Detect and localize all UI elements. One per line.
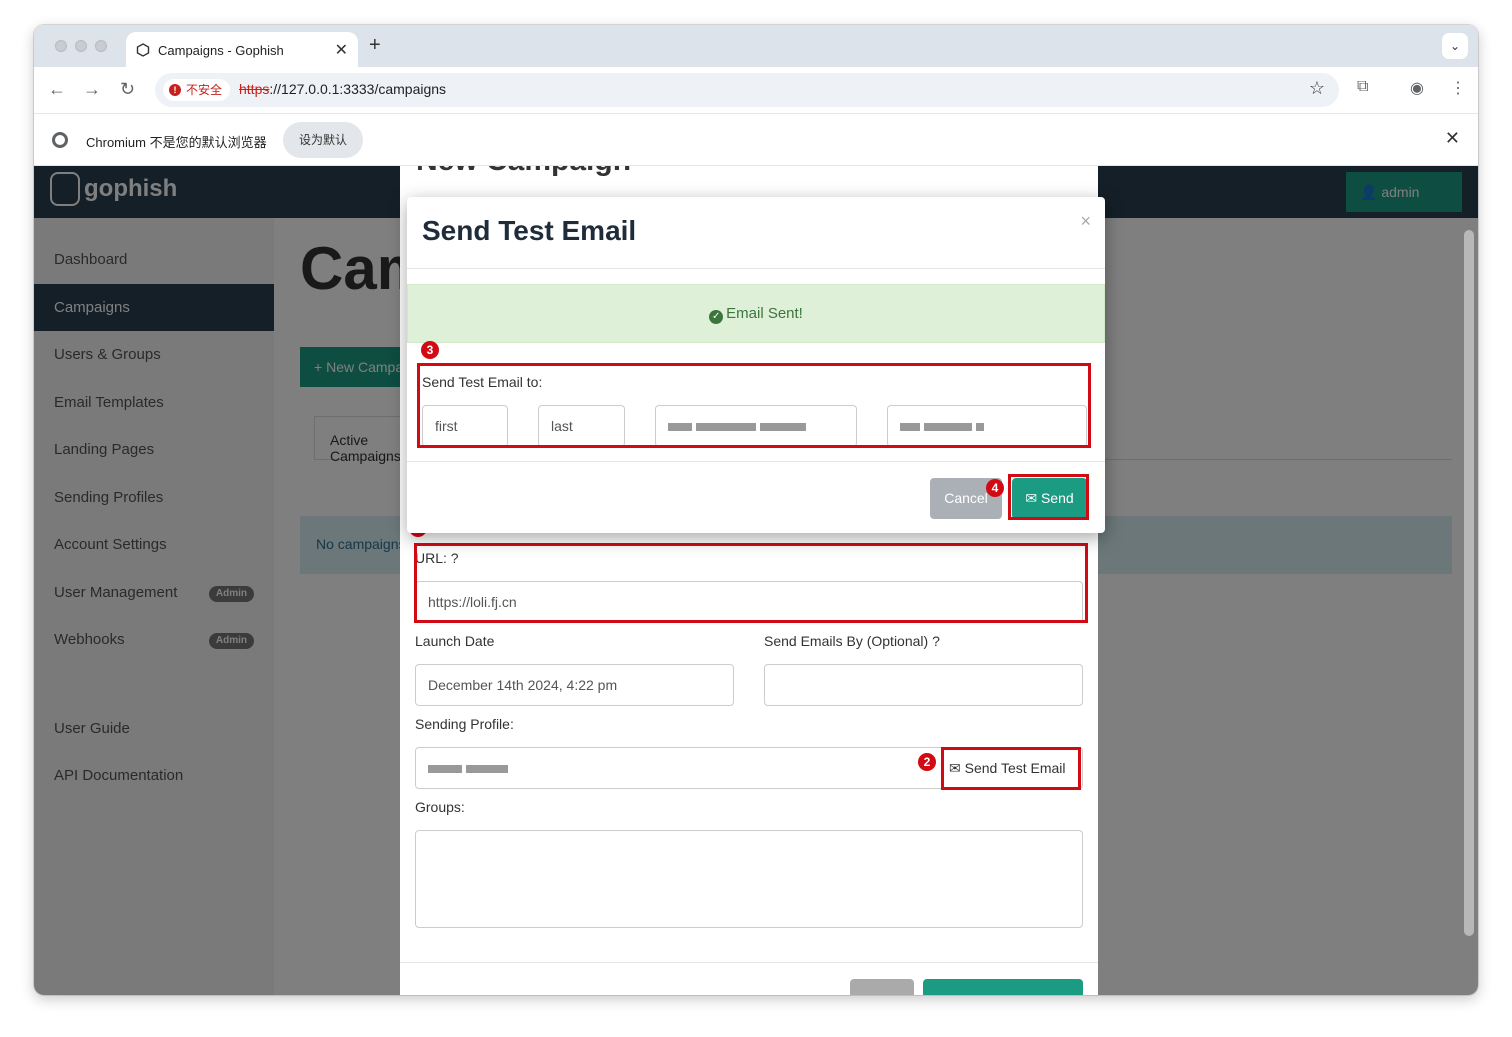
redacted-text bbox=[428, 765, 462, 774]
forward-arrow-icon[interactable]: → bbox=[83, 79, 101, 100]
send-to-label: Send Test Email to: bbox=[422, 374, 543, 390]
redacted-text bbox=[466, 765, 508, 774]
security-label: 不安全 bbox=[186, 83, 223, 97]
url-text[interactable]: https://127.0.0.1:3333/campaigns bbox=[239, 81, 446, 97]
browser-menu-icon[interactable]: ⋮ bbox=[1450, 78, 1466, 98]
modal-title: Send Test Email bbox=[422, 215, 637, 246]
groups-label: Groups: bbox=[415, 799, 465, 815]
help-icon[interactable]: ? bbox=[932, 633, 940, 649]
tab-strip: Campaigns - Gophish ✕ + ⌄ bbox=[34, 25, 1478, 67]
extensions-puzzle-icon[interactable]: ⧉ bbox=[1357, 78, 1368, 96]
url-path: ://127.0.0.1:3333/campaigns bbox=[269, 81, 447, 97]
profile-avatar-icon[interactable]: ◉ bbox=[1410, 78, 1424, 98]
first-name-input[interactable]: first bbox=[422, 405, 508, 447]
minimize-window-button[interactable] bbox=[75, 40, 87, 52]
redacted-text bbox=[696, 423, 756, 432]
redacted-text bbox=[668, 423, 692, 432]
browser-window: Campaigns - Gophish ✕ + ⌄ ← → ↻ ! 不安全 ht… bbox=[34, 25, 1478, 995]
default-browser-infobar: Chromium 不是您的默认浏览器 设为默认 ✕ bbox=[34, 113, 1478, 166]
modal-footer-divider bbox=[407, 461, 1105, 462]
last-name-input[interactable]: last bbox=[538, 405, 625, 447]
launch-campaign-button[interactable] bbox=[923, 979, 1083, 995]
groups-input[interactable] bbox=[415, 830, 1083, 928]
modal-header-divider bbox=[407, 268, 1105, 269]
infobar-close-icon[interactable]: ✕ bbox=[1445, 128, 1460, 149]
check-circle-icon: ✓ bbox=[709, 310, 724, 324]
new-tab-button[interactable]: + bbox=[369, 34, 381, 57]
page-content: gophish 👤 admin Dashboard Campaigns User… bbox=[34, 166, 1478, 995]
reload-icon[interactable]: ↻ bbox=[120, 79, 135, 100]
position-input[interactable] bbox=[887, 405, 1087, 447]
email-sent-alert: ✓ Email Sent! bbox=[407, 284, 1105, 343]
window-controls bbox=[55, 40, 107, 52]
redacted-text bbox=[900, 423, 920, 432]
infobar-message: Chromium 不是您的默认浏览器 bbox=[86, 135, 267, 150]
modal-footer-divider bbox=[400, 962, 1098, 963]
launch-date-label: Launch Date bbox=[415, 633, 495, 649]
back-arrow-icon[interactable]: ← bbox=[48, 79, 66, 100]
set-default-button[interactable]: 设为默认 bbox=[283, 122, 364, 158]
new-campaign-heading: New Campaign bbox=[416, 166, 631, 178]
address-bar[interactable]: ! 不安全 https://127.0.0.1:3333/campaigns ☆ bbox=[155, 73, 1339, 107]
modal-close-icon[interactable]: × bbox=[1080, 211, 1091, 232]
send-by-label: Send Emails By (Optional) ? bbox=[764, 633, 940, 649]
browser-toolbar: ← → ↻ ! 不安全 https://127.0.0.1:3333/campa… bbox=[34, 67, 1478, 113]
envelope-icon: ✉ bbox=[1025, 490, 1038, 506]
redacted-text bbox=[924, 423, 972, 432]
send-by-input[interactable] bbox=[764, 664, 1083, 706]
redacted-text bbox=[976, 423, 984, 432]
url-protocol: https bbox=[239, 81, 270, 97]
browser-tab[interactable]: Campaigns - Gophish ✕ bbox=[126, 32, 358, 67]
send-button[interactable]: ✉ Send bbox=[1012, 478, 1087, 519]
tab-search-chevron-icon[interactable]: ⌄ bbox=[1442, 33, 1468, 59]
step-marker-3: 3 bbox=[421, 341, 439, 359]
step-marker-2: 2 bbox=[918, 753, 936, 771]
url-input[interactable]: https://loli.fj.cn bbox=[415, 581, 1083, 623]
close-button[interactable] bbox=[850, 979, 914, 995]
gophish-favicon-icon bbox=[136, 43, 150, 57]
step-marker-4: 4 bbox=[986, 479, 1004, 497]
email-input[interactable] bbox=[655, 405, 857, 447]
zoom-window-button[interactable] bbox=[95, 40, 107, 52]
security-chip[interactable]: ! 不安全 bbox=[163, 79, 231, 101]
tab-title: Campaigns - Gophish bbox=[158, 43, 284, 58]
envelope-icon: ✉ bbox=[949, 760, 961, 776]
page-scrollbar[interactable] bbox=[1464, 230, 1474, 936]
launch-date-input[interactable]: December 14th 2024, 4:22 pm bbox=[415, 664, 734, 706]
redacted-text bbox=[760, 423, 806, 432]
url-label: URL: ? bbox=[415, 550, 459, 566]
close-window-button[interactable] bbox=[55, 40, 67, 52]
bookmark-star-icon[interactable]: ☆ bbox=[1309, 78, 1325, 99]
chromium-logo-icon bbox=[52, 132, 68, 148]
help-icon[interactable]: ? bbox=[451, 550, 459, 566]
warning-icon: ! bbox=[169, 84, 181, 96]
send-test-email-button[interactable]: ✉ Send Test Email bbox=[941, 749, 1078, 787]
sending-profile-label: Sending Profile: bbox=[415, 716, 514, 732]
tab-close-icon[interactable]: ✕ bbox=[335, 40, 348, 60]
